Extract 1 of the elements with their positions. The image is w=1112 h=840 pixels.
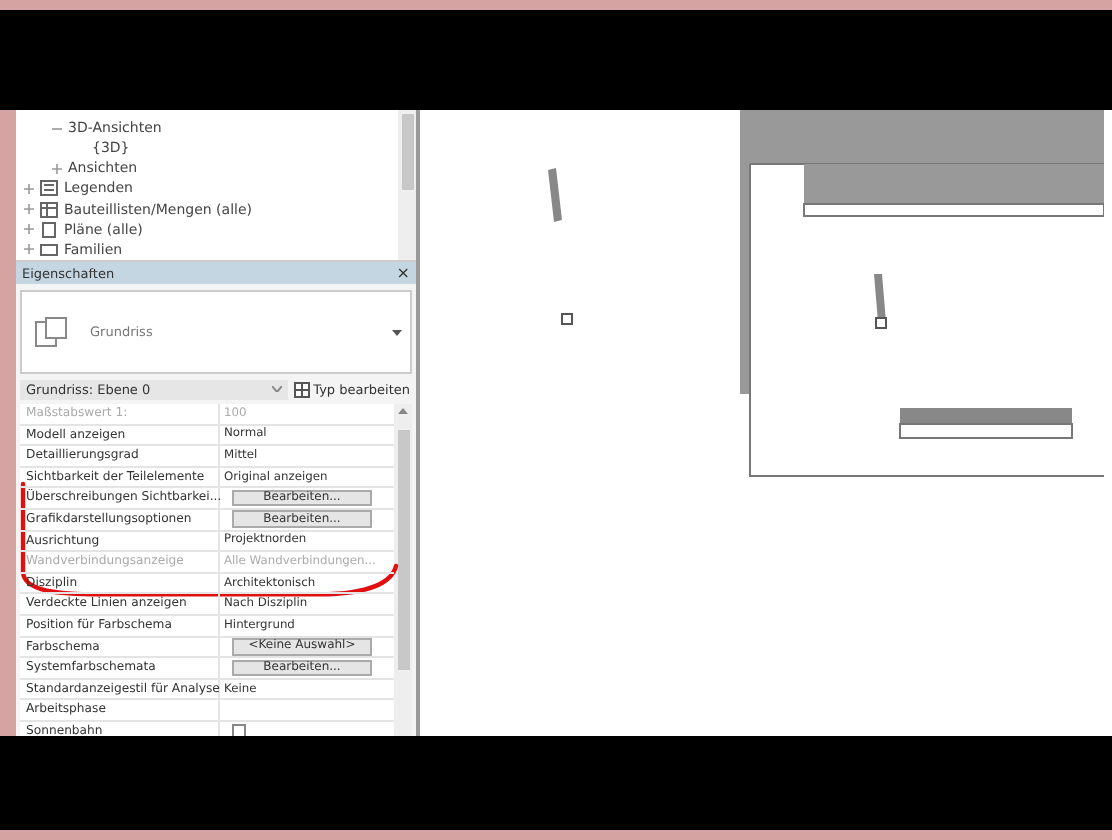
close-button[interactable]: × bbox=[396, 265, 410, 281]
